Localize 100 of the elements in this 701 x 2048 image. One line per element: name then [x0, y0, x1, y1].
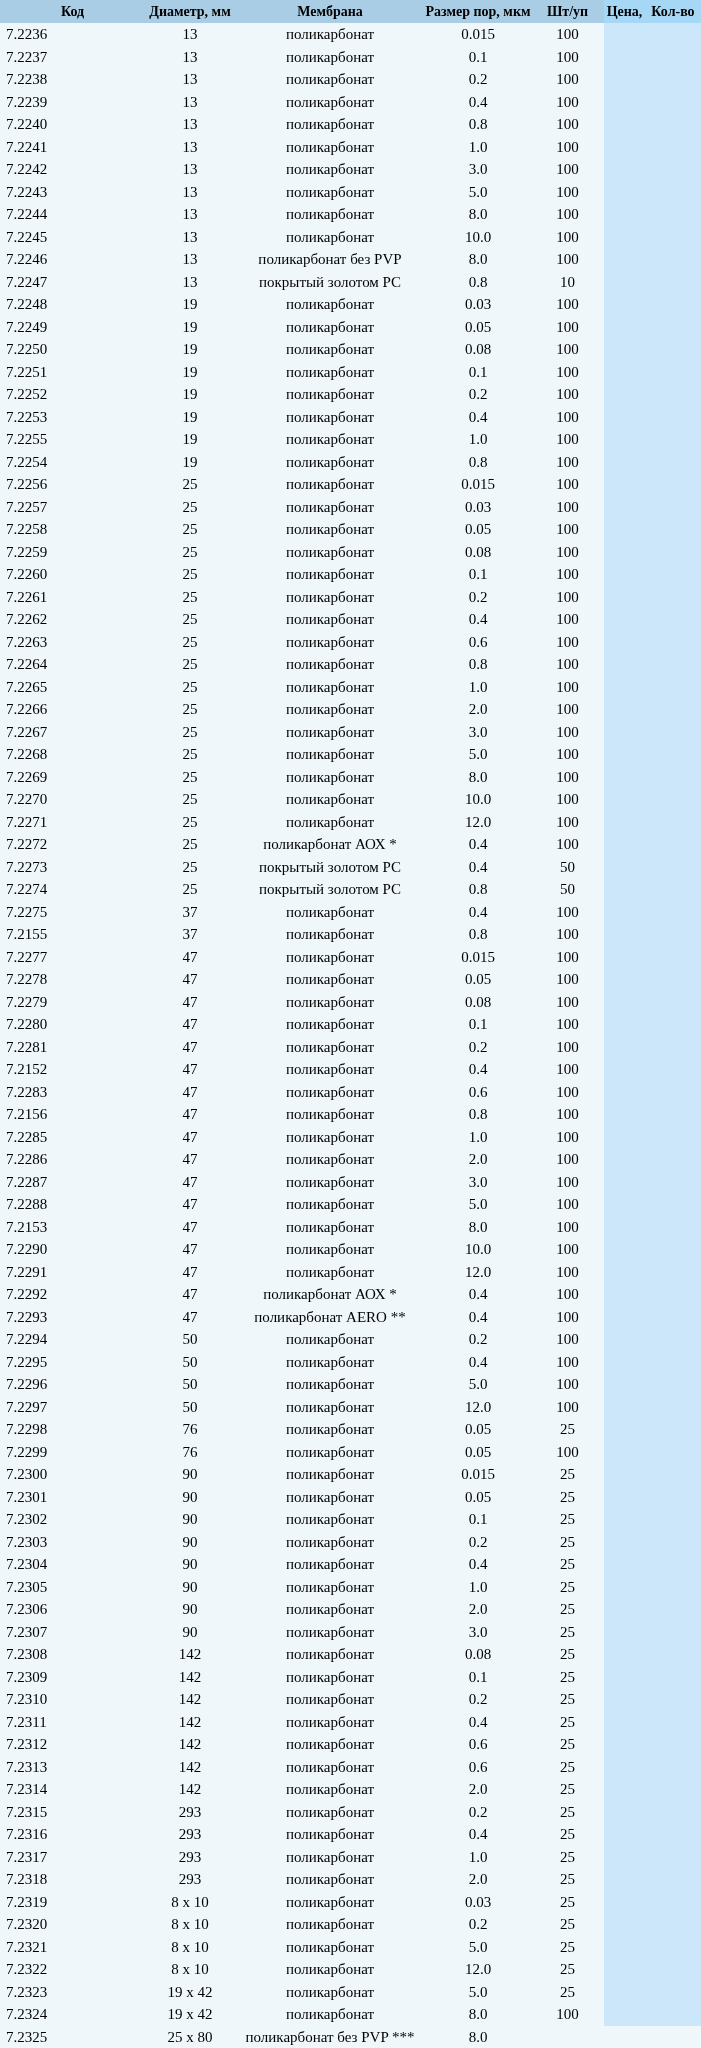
table-cell-text: 47: [182, 1217, 198, 1237]
table-cell-text: поликарбонат: [285, 1105, 374, 1124]
table-cell-text: 19: [182, 407, 198, 427]
table-cell-text: 0.1: [468, 1015, 488, 1034]
table-cell-text: 7.2258: [6, 520, 48, 539]
table-cell-text: 7.2236: [6, 25, 48, 44]
table-cell-text: 12.0: [464, 1960, 492, 1979]
table-cell-text: 100: [556, 295, 579, 314]
table-cell-text: поликарбонат: [285, 1577, 374, 1597]
table-cell-text: поликарбонат АОХ *: [263, 1285, 397, 1304]
table-cell-text: 0.2: [468, 1802, 488, 1822]
table-cell-text: поликарбонат: [285, 2005, 374, 2024]
table-cell-text: 0.03: [464, 295, 492, 314]
table-cell-text: 0.1: [468, 362, 488, 382]
table-cell-text: поликарбонат: [285, 115, 374, 134]
table-cell-text: поликарбонат: [285, 1060, 374, 1079]
table-cell-text: 100: [556, 790, 579, 809]
table-cell-text: 100: [556, 925, 579, 944]
table-cell-text: поликарбонат: [285, 925, 374, 944]
table-cell-text: 7.2317: [6, 1847, 48, 1867]
table-cell-text: поликарбонат: [285, 1802, 374, 1822]
table-cell-text: поликарбонат: [285, 340, 374, 359]
table-cell-text: 50: [560, 880, 575, 899]
table-cell-text: 25: [182, 677, 198, 697]
table-cell-text: 47: [182, 1060, 198, 1079]
table-cell-text: 90: [182, 1577, 198, 1597]
table-cell-text: 19 x 42: [167, 1982, 213, 2002]
table-cell-text: поликарбонат: [285, 1510, 374, 1529]
table-cell-text: 7.2244: [6, 205, 48, 224]
table-cell-text: 0.2: [468, 587, 488, 607]
table-cell-text: поликарбонат: [285, 1645, 374, 1664]
table-cell-text: 100: [556, 677, 579, 697]
table-cell-text: 25: [182, 655, 198, 674]
table-cell-text: 5.0: [468, 1375, 488, 1394]
table-cell-text: 7.2247: [6, 272, 48, 292]
table-cell-text: 2.0: [468, 1600, 488, 1619]
table-cell-text: 7.2248: [6, 295, 48, 314]
table-cell-text: 25: [560, 1870, 575, 1889]
table-cell-text: 0.8: [468, 880, 488, 899]
table-cell-text: 100: [556, 632, 579, 652]
table-cell-text: поликарбонат: [285, 745, 374, 764]
table-cell-text: 7.2305: [6, 1577, 48, 1597]
table-cell-text: 90: [182, 1510, 198, 1529]
table-cell-text: 142: [178, 1645, 202, 1664]
table-cell-text: 100: [556, 1397, 579, 1417]
table-cell-text: 76: [182, 1442, 198, 1462]
table-cell-text: 100: [556, 385, 579, 404]
table-cell-text: 13: [182, 137, 198, 157]
table-cell-text: 0.03: [464, 1892, 492, 1912]
table-cell-text: 10: [560, 272, 575, 292]
table-cell-text: 0.1: [468, 1667, 488, 1687]
table-cell-text: 7.2240: [6, 115, 48, 134]
table-cell-text: 13: [182, 227, 198, 247]
table-cell-text: 25: [560, 1825, 575, 1844]
table-cell-text: 0.2: [468, 1330, 488, 1349]
table-cell-text: 0.8: [468, 272, 488, 292]
table-cell-text: 50: [182, 1397, 198, 1417]
table-cell-text: 90: [182, 1487, 198, 1507]
table-cell-text: поликарбонат: [285, 947, 374, 967]
table-cell-text: поликарбонат: [285, 1870, 374, 1889]
table-cell-text: поликарбонат: [285, 1847, 374, 1867]
table-cell-text: поликарбонат: [285, 1712, 374, 1732]
table-cell-text: 47: [182, 1082, 198, 1102]
table-cell-text: 100: [556, 1307, 579, 1327]
table-cell-text: поликарбонат: [285, 1442, 374, 1462]
table-cell-text: 8.0: [468, 1217, 488, 1237]
table-cell-text: 0.4: [468, 857, 488, 877]
table-cell-text: 100: [556, 1217, 579, 1237]
table-cell-text: 7.2239: [6, 92, 48, 112]
table-cell-text: поликарбонат: [285, 1487, 374, 1507]
table-cell-text: поликарбонат: [285, 205, 374, 224]
table-cell-text: 100: [556, 92, 579, 112]
table-cell-text: 7.2260: [6, 565, 48, 584]
table-cell-text: 7.2256: [6, 475, 48, 494]
table-cell-text: 7.2156: [6, 1105, 48, 1124]
table-cell-text: 5.0: [468, 1195, 488, 1214]
table-cell-text: 25: [182, 767, 198, 787]
table-cell-text: 7.2266: [6, 700, 48, 719]
table-cell-text: 0.8: [468, 1105, 488, 1124]
table-cell-text: 13: [182, 115, 198, 134]
table-cell-text: 25: [560, 1622, 575, 1642]
table-cell-text: поликарбонат: [285, 1780, 374, 1799]
table-cell-text: 0.015: [461, 1465, 495, 1484]
table-cell-text: 0.08: [464, 1645, 492, 1664]
table-cell-text: 1.0: [468, 430, 488, 449]
table-cell-text: 0.4: [468, 1307, 488, 1327]
table-cell-text: 8.0: [468, 767, 488, 787]
table-cell-text: 7.2259: [6, 542, 48, 562]
table-cell-text: поликарбонат: [285, 70, 374, 89]
table-cell-text: 25: [182, 857, 198, 877]
table-cell-text: 0.4: [468, 407, 488, 427]
table-cell-text: 47: [182, 1307, 198, 1327]
table-cell-text: 100: [556, 1127, 579, 1147]
table-cell-text: 7.2297: [6, 1397, 48, 1417]
table-cell-text: 25: [560, 1510, 575, 1529]
table-cell-text: 7.2265: [6, 677, 48, 697]
table-cell-text: поликарбонат: [285, 1825, 374, 1844]
table-cell-text: 8 x 10: [171, 1937, 209, 1957]
table-cell-text: 0.6: [468, 1735, 488, 1754]
table-cell-text: поликарбонат: [285, 610, 374, 629]
